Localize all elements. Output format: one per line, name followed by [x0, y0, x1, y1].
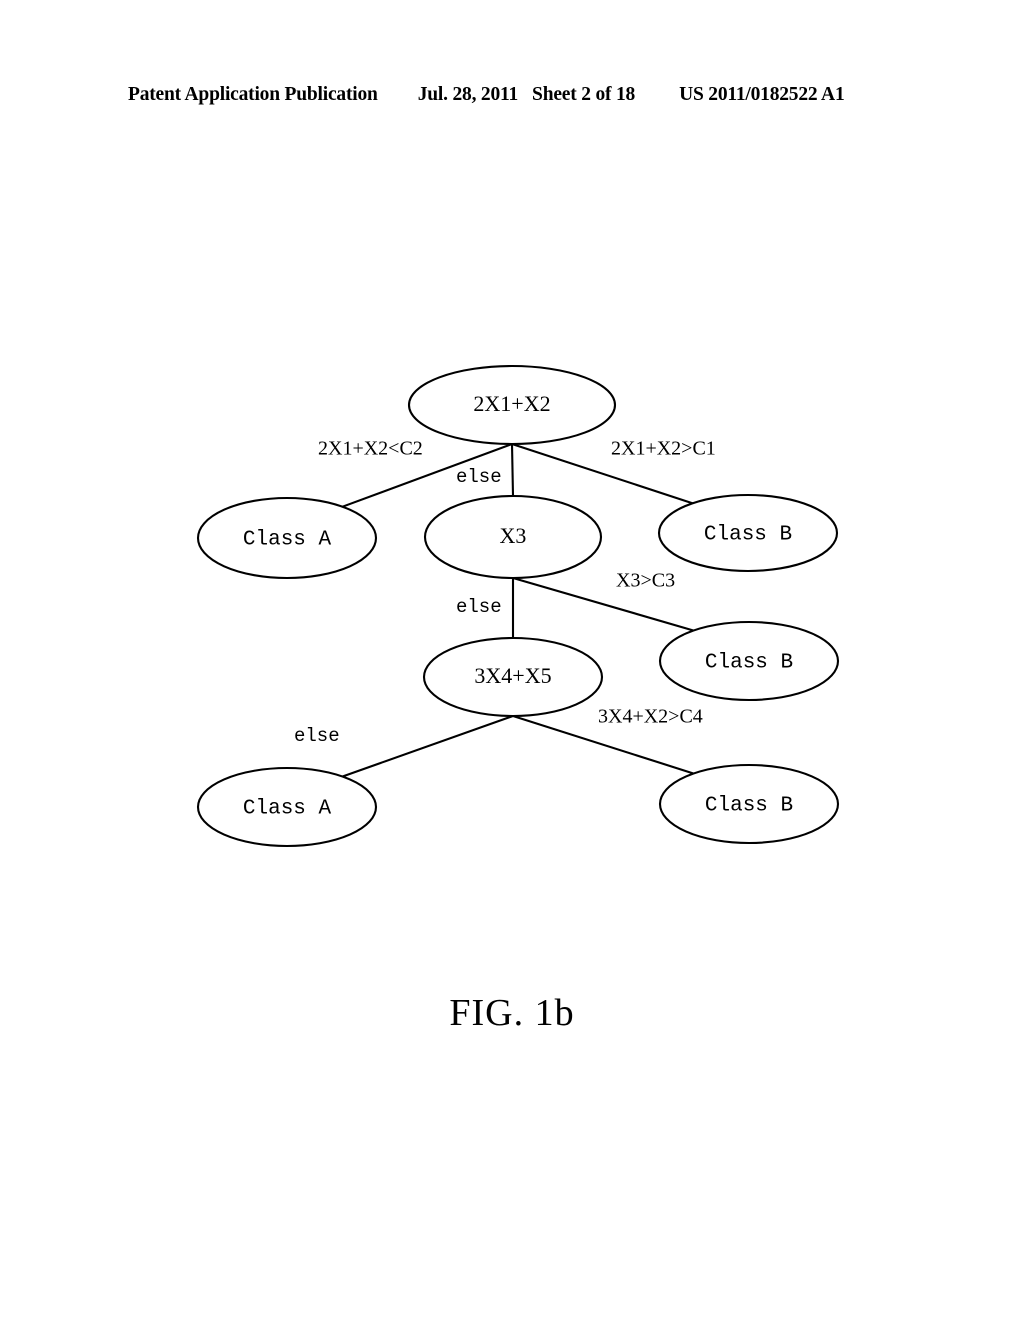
node-label: 3X4+X5	[474, 663, 551, 688]
edge-label: 3X4+X2>C4	[598, 706, 703, 728]
edge-label: else	[294, 725, 340, 747]
node-label: Class B	[705, 795, 793, 818]
edge-label: else	[456, 466, 502, 488]
tree-node: Class B	[658, 620, 840, 702]
node-label: 2X1+X2	[473, 391, 550, 416]
tree-node: Class A	[196, 496, 378, 580]
node-label: Class B	[704, 524, 792, 547]
edge-label: 2X1+X2<C2	[318, 438, 423, 460]
tree-edge	[341, 715, 514, 778]
node-label: X3	[500, 523, 527, 548]
figure-caption: FIG. 1b	[449, 992, 575, 1034]
node-label: Class B	[705, 652, 793, 675]
edge-label: else	[456, 596, 502, 618]
tree-node: 3X4+X5	[422, 636, 604, 718]
decision-tree-figure: 2X1+X2 Class A X3 Class B 3X4+X5 Class B Class…	[196, 364, 840, 848]
nodes-layer: 2X1+X2 Class A X3 Class B 3X4+X5 Class B Class…	[196, 364, 840, 848]
node-label: Class A	[243, 529, 332, 552]
patent-page: Patent Application Publication Jul. 28, …	[0, 0, 1024, 1320]
tree-node: X3	[423, 494, 603, 580]
tree-edge	[510, 443, 515, 497]
edge-label: X3>C3	[616, 570, 675, 592]
tree-node: Class B	[658, 763, 840, 845]
tree-node: Class B	[657, 493, 839, 573]
node-label: Class A	[243, 798, 332, 821]
tree-node: Class A	[196, 766, 378, 848]
edge-label: 2X1+X2>C1	[611, 438, 716, 460]
tree-node: 2X1+X2	[407, 364, 617, 446]
